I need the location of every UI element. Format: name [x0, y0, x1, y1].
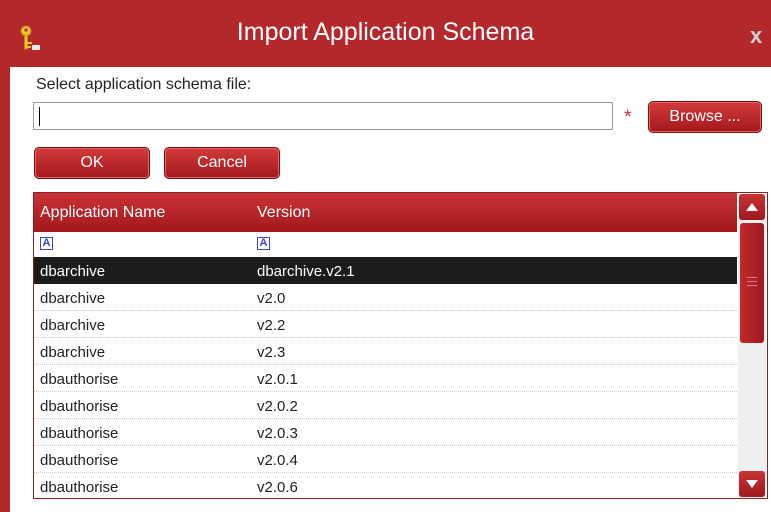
text-filter-icon[interactable]: A	[257, 237, 270, 250]
vertical-scrollbar[interactable]	[738, 193, 766, 498]
cell-application-name: dbauthorise	[40, 452, 119, 469]
text-caret	[39, 107, 40, 126]
cell-application-name: dbarchive	[40, 317, 106, 334]
cell-application-name: dbauthorise	[40, 371, 119, 388]
table-row[interactable]: dbauthorise v2.0.3	[34, 419, 737, 446]
browse-button[interactable]: Browse ...	[648, 101, 762, 133]
table-row[interactable]: dbauthorise v2.0.6	[34, 473, 737, 498]
window-title: Import Application Schema	[236, 18, 535, 46]
table-row[interactable]: dbauthorise v2.0.4	[34, 446, 737, 473]
grip-icon	[747, 277, 757, 278]
scroll-thumb[interactable]	[740, 223, 764, 343]
text-filter-icon[interactable]: A	[40, 237, 53, 250]
schema-grid: Application Name Version A A dbarchive d…	[33, 192, 768, 499]
chevron-up-icon	[746, 203, 758, 211]
ok-button[interactable]: OK	[34, 147, 150, 179]
cancel-button[interactable]: Cancel	[164, 147, 280, 179]
grid-header: Application Name Version	[34, 193, 737, 232]
cell-application-name: dbarchive	[40, 344, 106, 361]
schema-file-label: Select application schema file:	[36, 76, 252, 93]
column-header-application-name[interactable]: Application Name	[40, 204, 165, 222]
cell-version: v2.3	[257, 344, 286, 361]
cell-application-name: dbarchive	[40, 263, 106, 280]
table-row[interactable]: dbarchive v2.2	[34, 311, 737, 338]
cell-version: v2.0.6	[257, 479, 298, 496]
filter-row: A A	[34, 233, 737, 255]
cell-version: v2.0.3	[257, 425, 298, 442]
table-row[interactable]: dbauthorise v2.0.2	[34, 392, 737, 419]
scroll-down-button[interactable]	[739, 471, 765, 497]
scroll-up-button[interactable]	[739, 194, 765, 220]
cell-application-name: dbauthorise	[40, 398, 119, 415]
table-row[interactable]: dbarchive dbarchive.v2.1	[34, 257, 737, 284]
cell-version: v2.0.4	[257, 452, 298, 469]
cell-version: v2.2	[257, 317, 286, 334]
cell-version: v2.0	[257, 290, 286, 307]
cell-version: dbarchive.v2.1	[257, 263, 355, 280]
cell-application-name: dbarchive	[40, 290, 106, 307]
table-row[interactable]: dbarchive v2.3	[34, 338, 737, 365]
cell-application-name: dbauthorise	[40, 479, 119, 496]
table-row[interactable]: dbauthorise v2.0.1	[34, 365, 737, 392]
close-icon[interactable]: x	[750, 25, 770, 47]
table-row[interactable]: dbarchive v2.0	[34, 284, 737, 311]
cell-application-name: dbauthorise	[40, 425, 119, 442]
title-bar[interactable]: Import Application Schema x	[0, 0, 771, 67]
schema-file-input[interactable]	[33, 102, 613, 130]
cell-version: v2.0.1	[257, 371, 298, 388]
chevron-down-icon	[746, 480, 758, 488]
required-marker: *	[624, 107, 632, 128]
cell-version: v2.0.2	[257, 398, 298, 415]
column-header-version[interactable]: Version	[257, 204, 310, 222]
